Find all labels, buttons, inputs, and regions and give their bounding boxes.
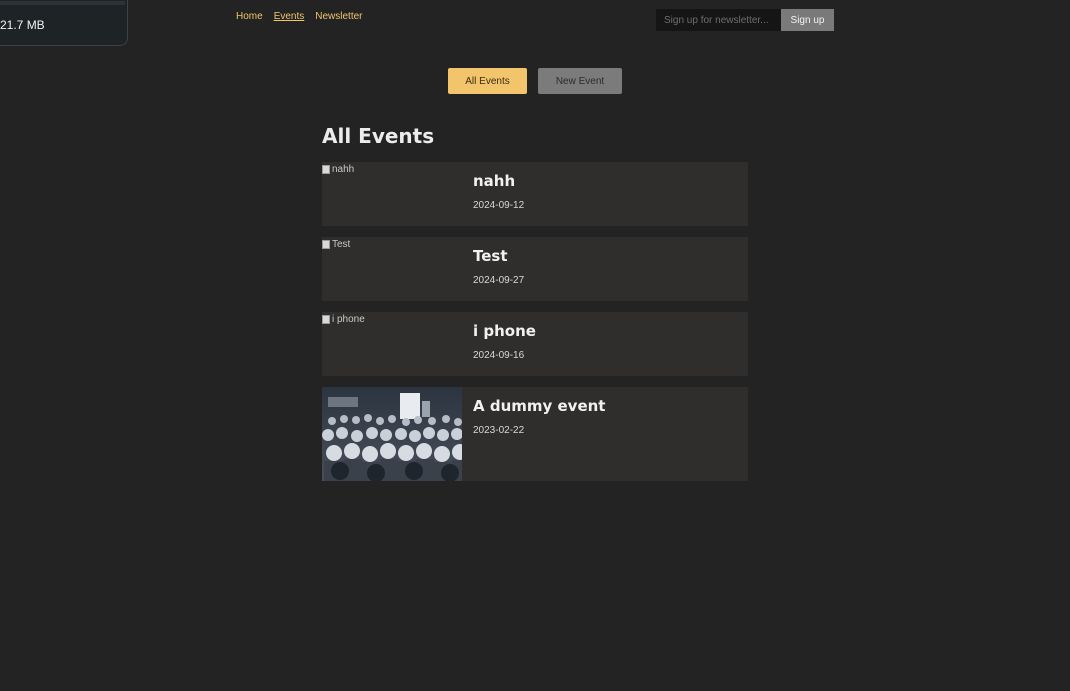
event-image: i phone — [322, 312, 462, 376]
event-title: i phone — [473, 322, 536, 340]
main-nav: Home Events Newsletter — [236, 11, 363, 22]
event-date: 2024-09-16 — [473, 350, 525, 361]
event-item[interactable]: A dummy event 2023-02-22 — [322, 387, 748, 481]
newsletter-email-input[interactable] — [656, 9, 781, 31]
page: 21.7 MB Home Events Newsletter Sign up A… — [0, 0, 1070, 691]
event-item[interactable]: nahh nahh 2024-09-12 — [322, 162, 748, 226]
event-actions: All Events New Event — [448, 68, 622, 94]
event-date: 2023-02-22 — [473, 425, 525, 436]
broken-image-icon — [322, 240, 330, 249]
broken-image-icon — [322, 315, 330, 324]
event-info: i phone 2024-09-16 — [462, 312, 547, 376]
image-alt-text: nahh — [332, 164, 355, 175]
memory-overlay-panel: 21.7 MB — [0, 0, 128, 46]
image-alt-text: i phone — [332, 314, 365, 325]
crowd-photo — [322, 387, 462, 481]
newsletter-signup-button[interactable]: Sign up — [781, 9, 834, 31]
nav-newsletter-link[interactable]: Newsletter — [315, 11, 362, 22]
event-info: nahh 2024-09-12 — [462, 162, 535, 226]
overlay-bar — [0, 1, 125, 5]
event-date: 2024-09-12 — [473, 200, 525, 211]
event-title: A dummy event — [473, 397, 606, 415]
event-title: nahh — [473, 172, 516, 190]
nav-home-link[interactable]: Home — [236, 11, 263, 22]
broken-image-icon — [322, 165, 330, 174]
event-list: nahh nahh 2024-09-12 Test Test 2024-09-2… — [322, 162, 748, 492]
event-info: Test 2024-09-27 — [462, 237, 535, 301]
page-title: All Events — [322, 124, 435, 148]
event-image: nahh — [322, 162, 462, 226]
event-title: Test — [473, 247, 508, 265]
event-date: 2024-09-27 — [473, 275, 525, 286]
event-info: A dummy event 2023-02-22 — [462, 387, 616, 481]
event-image — [322, 387, 462, 481]
all-events-button[interactable]: All Events — [448, 68, 527, 94]
event-image: Test — [322, 237, 462, 301]
new-event-button[interactable]: New Event — [538, 68, 622, 94]
memory-usage-value: 21.7 MB — [0, 18, 45, 32]
image-alt-text: Test — [332, 239, 351, 250]
event-item[interactable]: i phone i phone 2024-09-16 — [322, 312, 748, 376]
newsletter-form: Sign up — [656, 9, 834, 31]
nav-events-link[interactable]: Events — [274, 11, 305, 22]
event-item[interactable]: Test Test 2024-09-27 — [322, 237, 748, 301]
